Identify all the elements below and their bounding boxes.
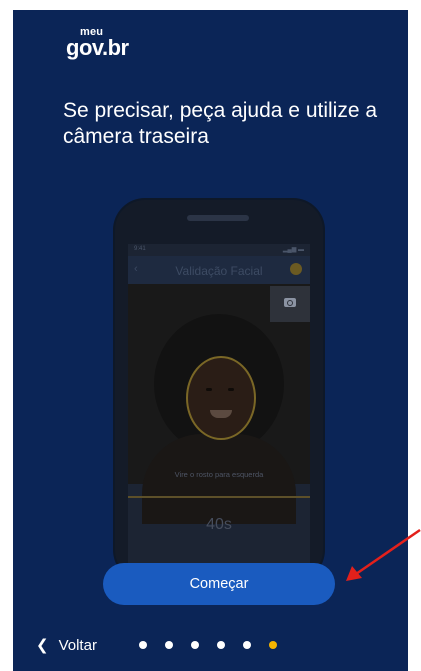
annotation-arrow	[346, 528, 421, 581]
annotation-arrow-head	[346, 566, 362, 581]
annotation-arrow-line	[355, 528, 421, 576]
